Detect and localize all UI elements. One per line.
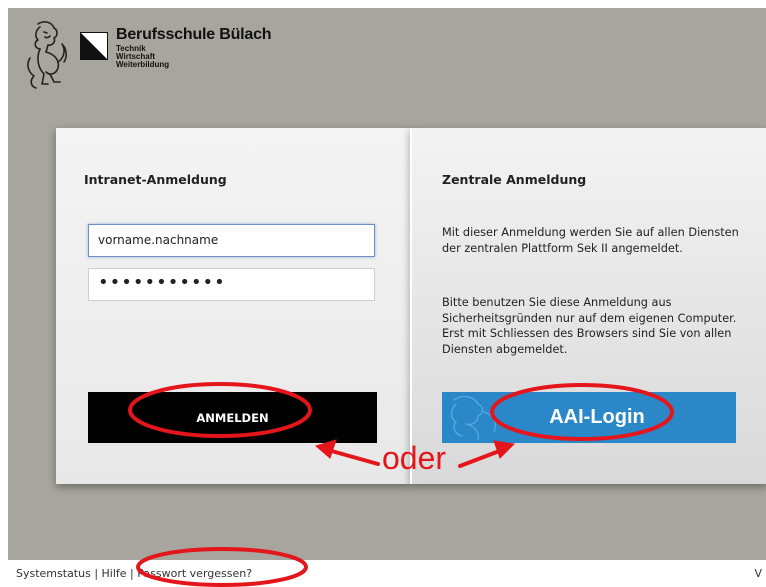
footer-separator: | [90,567,102,580]
username-input[interactable]: vorname.nachname [88,224,375,257]
footer-truncated-text: V [754,567,762,580]
aai-login-label: AAI-Login [549,406,645,428]
footer-separator: | [126,567,138,580]
footer-link-systemstatus[interactable]: Systemstatus [16,567,91,580]
page-background: Berufsschule Bülach Technik Wirtschaft W… [8,8,766,587]
school-subtitle-weiterbildung: Weiterbildung [116,60,170,69]
anmelden-button[interactable]: ANMELDEN [88,392,377,443]
school-mark-icon [80,32,108,60]
central-description-2: Bitte benutzen Sie diese Anmeldung aus S… [442,296,737,356]
aai-login-button[interactable]: AAI-Login [442,392,736,443]
central-login-panel: Zentrale Anmeldung Mit dieser Anmeldung … [410,128,766,484]
school-name: Berufsschule Bülach [116,26,272,43]
footer-link-hilfe[interactable]: Hilfe [102,567,127,580]
footer-links: Systemstatus | Hilfe | Passwort vergesse… [16,567,252,580]
lion-logo-icon [27,21,67,89]
central-description-1: Mit dieser Anmeldung werden Sie auf alle… [442,226,739,255]
footer-link-passwort-vergessen[interactable]: Passwort vergessen? [137,567,252,580]
intranet-login-title: Intranet-Anmeldung [84,172,227,187]
password-input[interactable]: ••••••••••• [88,268,375,301]
intranet-login-panel: Intranet-Anmeldung vorname.nachname ••••… [56,128,410,484]
annotation-oder-label: oder [382,440,447,476]
central-login-title: Zentrale Anmeldung [442,172,587,187]
footer-bar: Systemstatus | Hilfe | Passwort vergesse… [8,560,766,587]
